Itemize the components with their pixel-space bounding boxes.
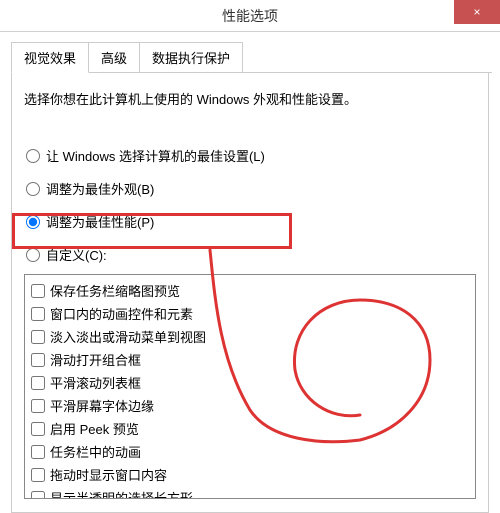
tab-label: 视觉效果 [24,51,76,66]
radio-label: 自定义(C): [46,245,107,264]
checkbox-input[interactable] [31,284,45,298]
radio-label: 调整为最佳性能(P) [46,212,154,231]
checkbox-label: 保存任务栏缩略图预览 [50,281,180,300]
check-item[interactable]: 启用 Peek 预览 [31,417,469,440]
radio-best-appearance[interactable]: 调整为最佳外观(B) [24,175,476,202]
checkbox-label: 滑动打开组合框 [50,350,141,369]
effects-checklist[interactable]: 保存任务栏缩略图预览 窗口内的动画控件和元素 淡入淡出或滑动菜单到视图 滑动打开… [24,274,476,499]
check-item[interactable]: 平滑屏幕字体边缘 [31,394,469,417]
radio-let-windows-choose[interactable]: 让 Windows 选择计算机的最佳设置(L) [24,142,476,169]
checkbox-label: 平滑滚动列表框 [50,373,141,392]
radio-input[interactable] [26,149,40,163]
check-item[interactable]: 滑动打开组合框 [31,348,469,371]
check-item[interactable]: 显示半透明的选择长方形 [31,486,469,499]
checkbox-input[interactable] [31,445,45,459]
checkbox-input[interactable] [31,376,45,390]
content-area: 视觉效果 高级 数据执行保护 选择你想在此计算机上使用的 Windows 外观和… [0,32,500,513]
check-item[interactable]: 任务栏中的动画 [31,440,469,463]
tab-label: 高级 [101,51,127,66]
radio-custom[interactable]: 自定义(C): [24,241,476,268]
checkbox-label: 窗口内的动画控件和元素 [50,304,193,323]
window-title: 性能选项 [222,6,278,26]
radio-label: 调整为最佳外观(B) [46,179,154,198]
close-icon: × [473,5,480,19]
check-item[interactable]: 淡入淡出或滑动菜单到视图 [31,325,469,348]
checkbox-label: 淡入淡出或滑动菜单到视图 [50,327,206,346]
checkbox-input[interactable] [31,307,45,321]
checkbox-label: 显示半透明的选择长方形 [50,488,193,499]
panel-description: 选择你想在此计算机上使用的 Windows 外观和性能设置。 [24,89,476,108]
checkbox-label: 启用 Peek 预览 [50,419,139,438]
tab-strip: 视觉效果 高级 数据执行保护 [11,42,492,73]
radio-input[interactable] [26,248,40,262]
tab-advanced[interactable]: 高级 [88,42,140,72]
titlebar: 性能选项 × [0,0,500,32]
tab-dep[interactable]: 数据执行保护 [139,42,243,72]
check-item[interactable]: 窗口内的动画控件和元素 [31,302,469,325]
tab-label: 数据执行保护 [152,51,230,66]
checkbox-input[interactable] [31,353,45,367]
radio-label: 让 Windows 选择计算机的最佳设置(L) [46,146,265,165]
checkbox-input[interactable] [31,491,45,500]
checkbox-input[interactable] [31,399,45,413]
checkbox-input[interactable] [31,422,45,436]
radio-input[interactable] [26,215,40,229]
check-item[interactable]: 保存任务栏缩略图预览 [31,279,469,302]
checkbox-label: 拖动时显示窗口内容 [50,465,167,484]
radio-best-performance[interactable]: 调整为最佳性能(P) [24,208,476,235]
checkbox-label: 任务栏中的动画 [50,442,141,461]
tab-panel-visual-effects: 选择你想在此计算机上使用的 Windows 外观和性能设置。 让 Windows… [11,73,489,513]
check-item[interactable]: 拖动时显示窗口内容 [31,463,469,486]
checkbox-input[interactable] [31,330,45,344]
checkbox-input[interactable] [31,468,45,482]
radio-input[interactable] [26,182,40,196]
close-button[interactable]: × [454,0,500,24]
checkbox-label: 平滑屏幕字体边缘 [50,396,154,415]
tab-visual-effects[interactable]: 视觉效果 [11,42,89,73]
check-item[interactable]: 平滑滚动列表框 [31,371,469,394]
